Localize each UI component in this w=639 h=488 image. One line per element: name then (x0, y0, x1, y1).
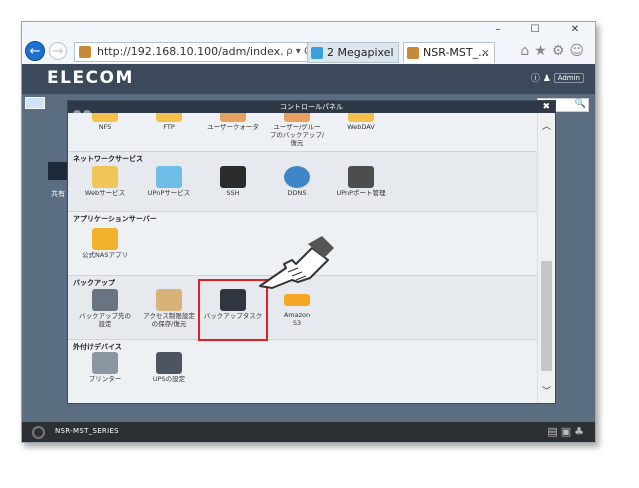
site-favicon-icon (79, 46, 91, 58)
item-user-group-backup[interactable]: ユーザー/グルー プのバックアップ/ 復元 (265, 113, 329, 147)
browser-titlebar: – ☐ ✕ (22, 22, 595, 40)
share-folder-label: 共有 (51, 190, 65, 198)
pointing-hand-icon (259, 236, 334, 289)
item-amazon-s3[interactable]: Amazon S3 (265, 289, 329, 328)
item-printer[interactable]: プリンター (73, 352, 137, 384)
item-official-nas-apps[interactable]: 公式NASアプリ (73, 228, 137, 260)
tab-label: NSR-MST_... (423, 46, 489, 59)
panel-scrollbar[interactable]: ︿ ﹀ (537, 113, 555, 403)
section-title: アプリケーションサーバー (73, 215, 157, 223)
share-folder-icon[interactable] (48, 162, 68, 180)
backup-destination-icon (92, 289, 118, 311)
info-icon[interactable]: ⓘ (531, 74, 540, 84)
amazon-s3-icon (284, 294, 310, 306)
close-window-button[interactable]: ✕ (567, 24, 583, 35)
section-title: ネットワークサービス (73, 155, 143, 163)
tab-label: 2 Megapixel ... (327, 46, 398, 59)
browser-toolbar-icons[interactable]: ⌂★⚙☺ (520, 43, 589, 59)
section-title: 外付けデバイス (73, 343, 122, 351)
item-upnp-service[interactable]: UPnPサービス (137, 166, 201, 198)
section-network-services: ネットワークサービス Webサービス UPnPサービス SSH DDNS UPn… (68, 151, 537, 211)
back-button[interactable]: ← (25, 41, 45, 61)
desktop-window-icon[interactable] (25, 97, 45, 109)
item-ftp[interactable]: FTP (137, 113, 201, 132)
scroll-down-icon[interactable]: ﹀ (538, 384, 555, 397)
ssh-icon (220, 166, 246, 188)
app-header: ELECOM ⓘ ♟ Admin (22, 64, 595, 94)
forward-button[interactable]: → (49, 42, 67, 60)
admin-menu[interactable]: Admin (553, 73, 584, 83)
nas-tab-icon (407, 47, 419, 59)
nas-apps-icon (92, 228, 118, 250)
item-ssh[interactable]: SSH (201, 166, 265, 198)
elecom-logo: ELECOM (47, 68, 134, 88)
item-ddns[interactable]: DDNS (265, 166, 329, 198)
item-ups-settings[interactable]: UPSの設定 (137, 352, 201, 384)
upnp-service-icon (156, 166, 182, 188)
web-service-icon (92, 166, 118, 188)
power-icon[interactable] (32, 426, 45, 439)
ie-tab-icon (311, 47, 323, 59)
scroll-up-icon[interactable]: ︿ (538, 119, 555, 132)
control-panel-title: コントロールパネル (280, 103, 343, 111)
header-user-area[interactable]: ⓘ ♟ Admin (531, 71, 584, 84)
access-restriction-icon (156, 289, 182, 311)
section-file-services: NFS FTP ユーザークォータ ユーザー/グルー プのバックアップ/ 復元 W… (68, 113, 537, 151)
minimize-button[interactable]: – (490, 24, 506, 35)
item-web-service[interactable]: Webサービス (73, 166, 137, 198)
device-name: NSR-MST_SERIES (55, 427, 119, 435)
section-title: バックアップ (73, 279, 115, 287)
item-nfs[interactable]: NFS (73, 113, 137, 132)
maximize-button[interactable]: ☐ (527, 24, 543, 35)
item-backup-destination[interactable]: バックアップ先の 設定 (73, 289, 137, 329)
item-user-quota[interactable]: ユーザークォータ (201, 113, 265, 132)
webdav-icon (348, 113, 374, 122)
item-webdav[interactable]: WebDAV (329, 113, 393, 132)
screenshot-frame: – ☐ ✕ ← → http://192.168.10.100/adm/inde… (21, 21, 596, 443)
user-icon: ♟ (542, 74, 551, 84)
address-bar[interactable]: http://192.168.10.100/adm/index. ρ ▾ Ċ (74, 42, 315, 62)
panel-close-icon[interactable]: ✖ (542, 101, 550, 113)
ftp-icon (156, 113, 182, 122)
ddns-globe-icon (284, 166, 310, 188)
footer-status-icons[interactable]: ▤▣♣ (547, 425, 587, 438)
app-footer: NSR-MST_SERIES ▤▣♣ (22, 422, 595, 442)
section-external-devices: 外付けデバイス プリンター UPSの設定 (68, 339, 537, 403)
item-access-restriction[interactable]: アクセス制限設定 の保存/復元 (137, 289, 201, 329)
printer-icon (92, 352, 118, 374)
nfs-icon (92, 113, 118, 122)
tab-nsr-mst[interactable]: NSR-MST_... × (403, 42, 495, 63)
user-group-backup-icon (284, 113, 310, 122)
ups-icon (156, 352, 182, 374)
control-panel-titlebar: コントロールパネル ✖ (68, 101, 555, 118)
url-text: http://192.168.10.100/adm/index. (97, 45, 284, 58)
scroll-thumb[interactable] (541, 261, 552, 371)
item-upnp-port[interactable]: UPnPポート管理 (329, 166, 393, 198)
upnp-port-icon (348, 166, 374, 188)
tab-megapixel[interactable]: 2 Megapixel ... (307, 42, 399, 63)
tab-close-icon[interactable]: × (481, 43, 490, 63)
user-quota-icon (220, 113, 246, 122)
